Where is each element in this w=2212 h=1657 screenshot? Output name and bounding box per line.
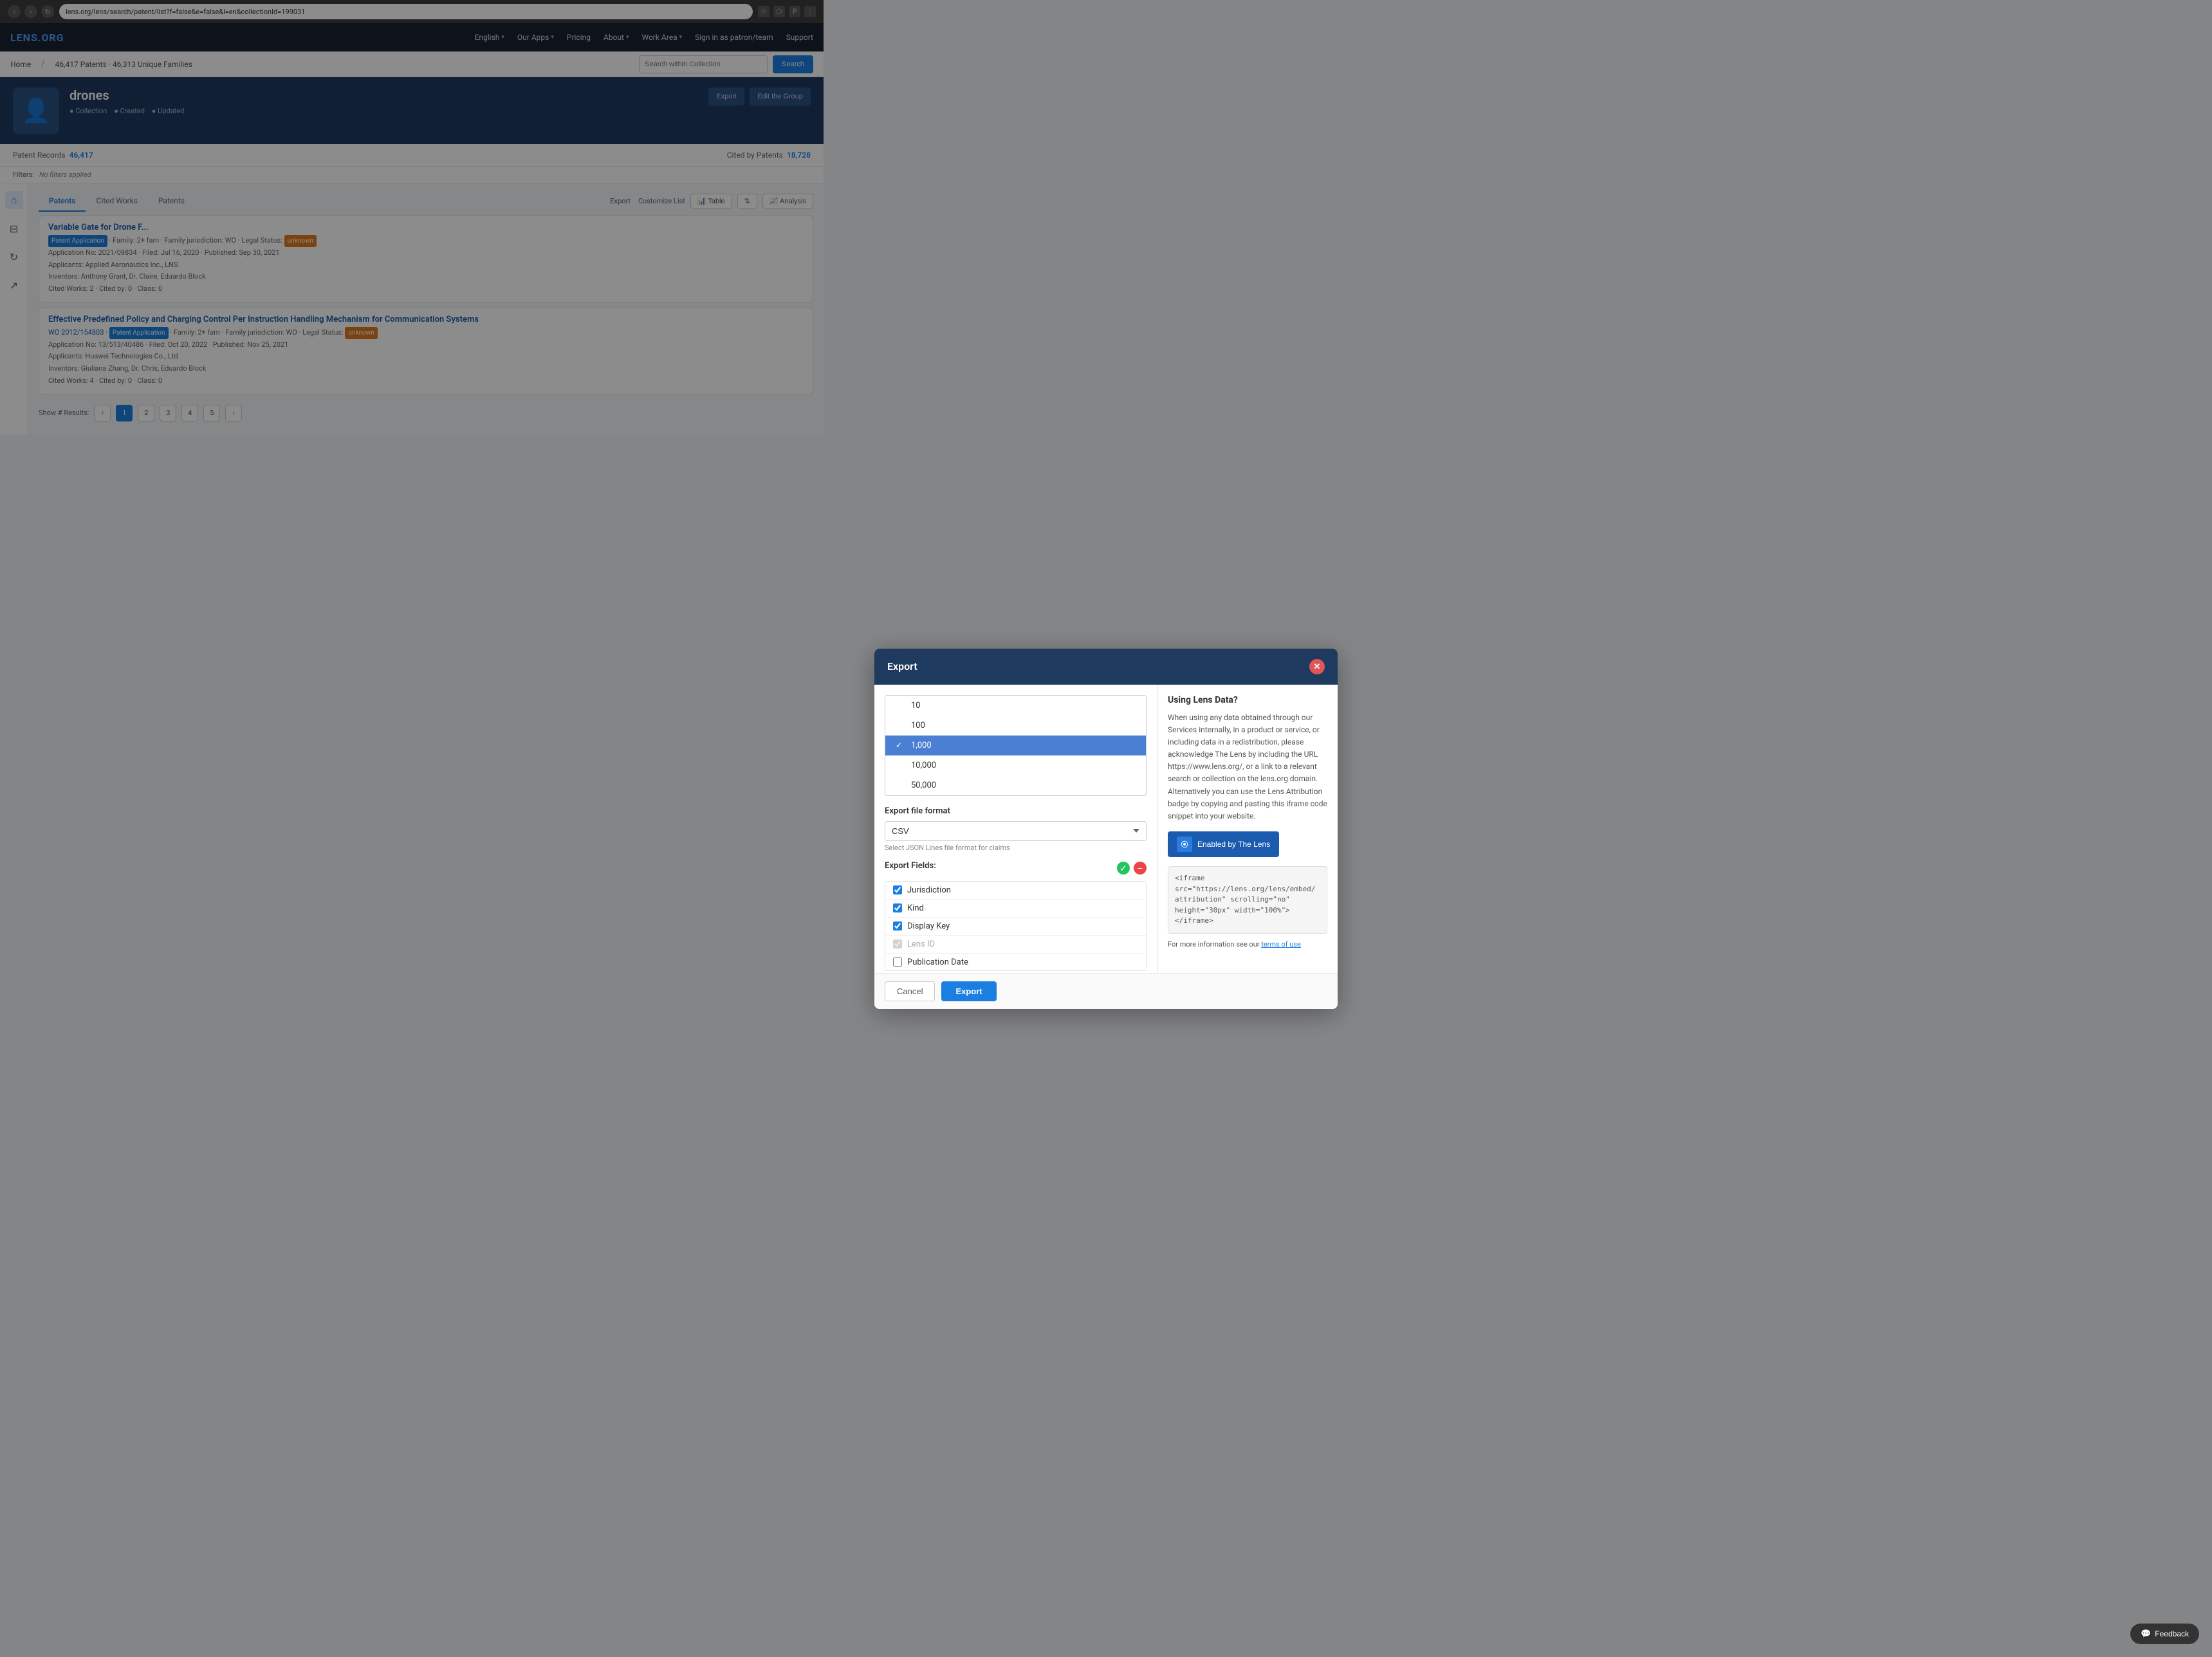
export-left-panel: 10 100 ✓ 1,000 10,000 [874,685,1157,973]
feedback-label: Feedback [2155,1629,2189,1638]
fields-actions: ✓ − [1117,862,1147,875]
export-button[interactable]: Export [941,981,996,1001]
lens-badge-button[interactable]: ⦿ Enabled by The Lens [1168,831,1279,857]
format-select[interactable]: CSV JSON Lines XLSX [885,821,1147,841]
field-kind-checkbox[interactable] [893,903,902,912]
export-fields-header: Export Fields: ✓ − [885,861,1147,876]
deselect-all-fields-button[interactable]: − [1134,862,1147,875]
field-publication-date: Publication Date [885,954,1146,971]
modal-overlay: Export ✕ 10 100 ✓ 1,00 [0,0,2212,1657]
close-dialog-button[interactable]: ✕ [1309,659,1325,674]
lens-info-title: Using Lens Data? [1168,695,1327,705]
export-right-panel: Using Lens Data? When using any data obt… [1157,685,1338,973]
lens-badge-icon: ⦿ [1177,837,1192,852]
format-hint: Select JSON Lines file format for claims [885,844,1147,852]
field-lens-id-checkbox[interactable] [893,940,902,949]
field-display-key-checkbox[interactable] [893,921,902,930]
count-option-10[interactable]: 10 [885,696,1146,716]
field-lens-id: Lens ID [885,936,1146,954]
feedback-button[interactable]: 💬 Feedback [2130,1624,2199,1644]
export-dialog-title: Export [887,660,917,672]
export-dialog-header: Export ✕ [874,649,1338,685]
select-all-fields-button[interactable]: ✓ [1117,862,1130,875]
field-kind: Kind [885,900,1146,918]
feedback-icon: 💬 [2141,1629,2151,1639]
field-publication-date-checkbox[interactable] [893,958,902,967]
count-dropdown: 10 100 ✓ 1,000 10,000 [885,695,1147,796]
terms-text: For more information see our terms of us… [1168,940,1327,949]
cancel-button[interactable]: Cancel [885,981,935,1001]
export-dialog-footer: Cancel Export [874,973,1338,1009]
count-option-1000[interactable]: ✓ 1,000 [885,736,1146,755]
field-jurisdiction: Jurisdiction [885,882,1146,900]
export-dialog: Export ✕ 10 100 ✓ 1,00 [874,649,1338,1009]
terms-link[interactable]: terms of use [1261,940,1301,949]
field-display-key: Display Key [885,918,1146,936]
field-jurisdiction-checkbox[interactable] [893,885,902,894]
lens-info-description: When using any data obtained through our… [1168,712,1327,823]
count-option-50000[interactable]: 50,000 [885,775,1146,795]
count-option-10000[interactable]: 10,000 [885,755,1146,775]
iframe-code: <iframe src="https://lens.org/lens/embed… [1168,866,1327,934]
format-section-label: Export file format [885,806,1147,816]
export-dialog-body: 10 100 ✓ 1,000 10,000 [874,685,1338,973]
fields-list: Jurisdiction Kind Display Key Lens ID [885,881,1147,971]
fields-section-label: Export Fields: [885,861,936,871]
count-option-100[interactable]: 100 [885,716,1146,736]
